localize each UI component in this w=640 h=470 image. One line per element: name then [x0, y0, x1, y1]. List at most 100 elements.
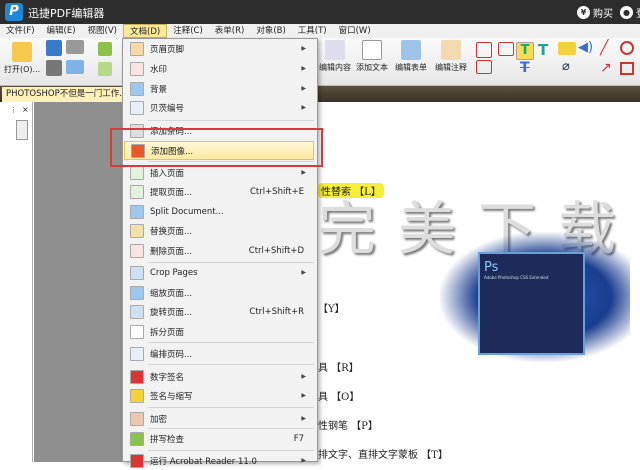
menu-item-icon [130, 61, 144, 76]
menu-item-shortcut: Ctrl+Shift+D [248, 245, 304, 256]
buy-button[interactable]: ¥ 购买 [577, 5, 613, 20]
menu-item-14[interactable]: 拆分页面 [124, 322, 314, 341]
menu-item-9[interactable]: 替换页面... [124, 221, 314, 240]
menu-item-label: 页眉页脚 [150, 44, 185, 55]
doc-line: 【Y】 [318, 304, 345, 315]
menu-item-16[interactable]: 数字签名 ▶ [124, 367, 314, 386]
strikeout-text-icon[interactable]: T [520, 60, 530, 76]
menu-file[interactable]: 文件(F) [0, 24, 41, 38]
email-icon[interactable] [66, 60, 84, 74]
menu-item-icon [130, 411, 144, 426]
callout-icon[interactable] [476, 60, 492, 74]
menu-separator [148, 407, 314, 408]
menu-form[interactable]: 表单(R) [209, 24, 251, 38]
add-text-icon [362, 40, 382, 60]
menu-tools[interactable]: 工具(T) [292, 24, 333, 38]
edit-form-button[interactable]: 编辑表单 [395, 40, 427, 73]
menu-item-label: 拆分页面 [150, 327, 185, 338]
menu-item-2[interactable]: 背景 ▶ [124, 79, 314, 98]
submenu-arrow-icon: ▶ [301, 415, 306, 422]
user-icon: ● [620, 6, 633, 19]
submenu-arrow-icon: ▶ [301, 373, 306, 380]
menu-item-icon [130, 324, 144, 339]
menu-item-icon [130, 346, 144, 361]
menu-item-label: Split Document... [150, 206, 224, 217]
menu-window[interactable]: 窗口(W) [333, 24, 377, 38]
menu-item-3[interactable]: 贝茨编号 ▶ [124, 98, 314, 117]
highlight-text-icon[interactable]: T [516, 42, 534, 60]
menu-item-8[interactable]: Split Document... [124, 202, 314, 221]
text-box-icon[interactable] [476, 42, 492, 58]
menu-item-7[interactable]: 提取页面... Ctrl+Shift+E [124, 182, 314, 201]
menu-object[interactable]: 对象(B) [250, 24, 291, 38]
document-tab[interactable]: PHOTOSHOP不但是一门工作... [2, 87, 122, 102]
note-icon[interactable] [558, 42, 576, 55]
sound-icon[interactable]: ◀) [578, 40, 593, 55]
close-panel-icon[interactable]: × [22, 105, 29, 114]
menu-edit[interactable]: 编辑(E) [41, 24, 82, 38]
menu-item-20[interactable]: 运行 Acrobat Reader 11.0 ▶ [124, 451, 314, 470]
line-icon[interactable]: ╱ [600, 40, 608, 56]
app-logo: P [5, 3, 23, 21]
print-icon[interactable] [46, 60, 62, 76]
ellipse-icon[interactable] [620, 41, 634, 55]
submenu-arrow-icon: ▶ [301, 45, 306, 52]
rectangle-icon[interactable] [620, 62, 634, 75]
menu-item-13[interactable]: 旋转页面... Ctrl+Shift+R [124, 302, 314, 321]
menu-item-18[interactable]: 加密 ▶ [124, 409, 314, 428]
underline-text-icon[interactable]: T [538, 41, 548, 59]
doc-line: 排文字、直排文字蒙板 【T】 [318, 450, 448, 461]
edit-annotation-icon [441, 40, 461, 60]
menu-item-label: 贝茨编号 [150, 103, 185, 114]
menu-item-label: 背景 [150, 84, 168, 95]
menu-item-0[interactable]: 页眉页脚 ▶ [124, 39, 314, 58]
save-icon[interactable] [46, 40, 62, 56]
edit-form-label: 编辑表单 [395, 63, 427, 72]
attachment-icon[interactable]: ⌀ [562, 59, 570, 74]
open-label: 打开(O)... [4, 65, 41, 74]
menu-item-icon [130, 388, 144, 403]
menu-item-icon [130, 204, 144, 219]
panel-dropdown[interactable] [16, 120, 28, 140]
forward-icon[interactable] [98, 62, 112, 76]
add-text-button[interactable]: 添加文本 [356, 40, 388, 73]
menu-item-icon [130, 41, 144, 56]
menu-separator [148, 364, 314, 365]
side-panel: ⋮ × [0, 102, 33, 462]
edit-content-label: 编辑内容 [319, 63, 351, 72]
pin-icon[interactable]: ⋮ [10, 106, 17, 114]
menu-item-11[interactable]: Crop Pages ▶ [124, 263, 314, 282]
menu-item-1[interactable]: 水印 ▶ [124, 59, 314, 78]
menu-item-icon [130, 265, 144, 280]
submenu-arrow-icon: ▶ [301, 65, 306, 72]
menu-item-shortcut: F7 [293, 433, 304, 444]
menu-item-19[interactable]: 拼写检查 F7 [124, 429, 314, 448]
login-button[interactable]: ●登 [620, 5, 640, 20]
menu-item-10[interactable]: 删除页面... Ctrl+Shift+D [124, 241, 314, 260]
title-bar: P 迅捷PDF编辑器 ¥购买 ●登 [0, 0, 640, 24]
menu-document[interactable]: 文档(D) [123, 24, 168, 38]
menu-item-label: 加密 [150, 414, 168, 425]
arrow-icon[interactable]: ↗ [600, 60, 612, 76]
annotation-highlight-box [110, 128, 323, 167]
edit-content-button[interactable]: 编辑内容 [319, 40, 351, 73]
menu-item-icon [130, 81, 144, 96]
menu-comment[interactable]: 注释(C) [167, 24, 209, 38]
typewriter-icon[interactable] [498, 42, 514, 56]
edit-annotation-button[interactable]: 编辑注释 [435, 40, 467, 73]
toolbar: 打开(O)... 编辑内容 添加文本 编辑表单 编辑注释 T T T ◀) ⌀ … [0, 38, 640, 86]
highlighted-line: 性替索 【L】 [318, 183, 384, 198]
menu-view[interactable]: 视图(V) [82, 24, 123, 38]
menu-item-icon [130, 304, 144, 319]
menu-item-15[interactable]: 编排页码... [124, 344, 314, 363]
menu-item-17[interactable]: 签名与缩写 ▶ [124, 386, 314, 405]
menu-item-label: 插入页面 [150, 168, 185, 179]
photoshop-splash-image: Ps Adobe Photoshop CS6 Extended [440, 232, 630, 362]
open-button[interactable]: 打开(O)... [4, 42, 40, 75]
scanner-icon[interactable] [66, 40, 84, 54]
ps-title: Adobe Photoshop CS6 Extended [484, 275, 549, 280]
menu-item-12[interactable]: 缩放页面... [124, 283, 314, 302]
menu-item-label: 签名与缩写 [150, 391, 193, 402]
back-icon[interactable] [98, 42, 112, 56]
buy-label: 购买 [593, 9, 613, 20]
